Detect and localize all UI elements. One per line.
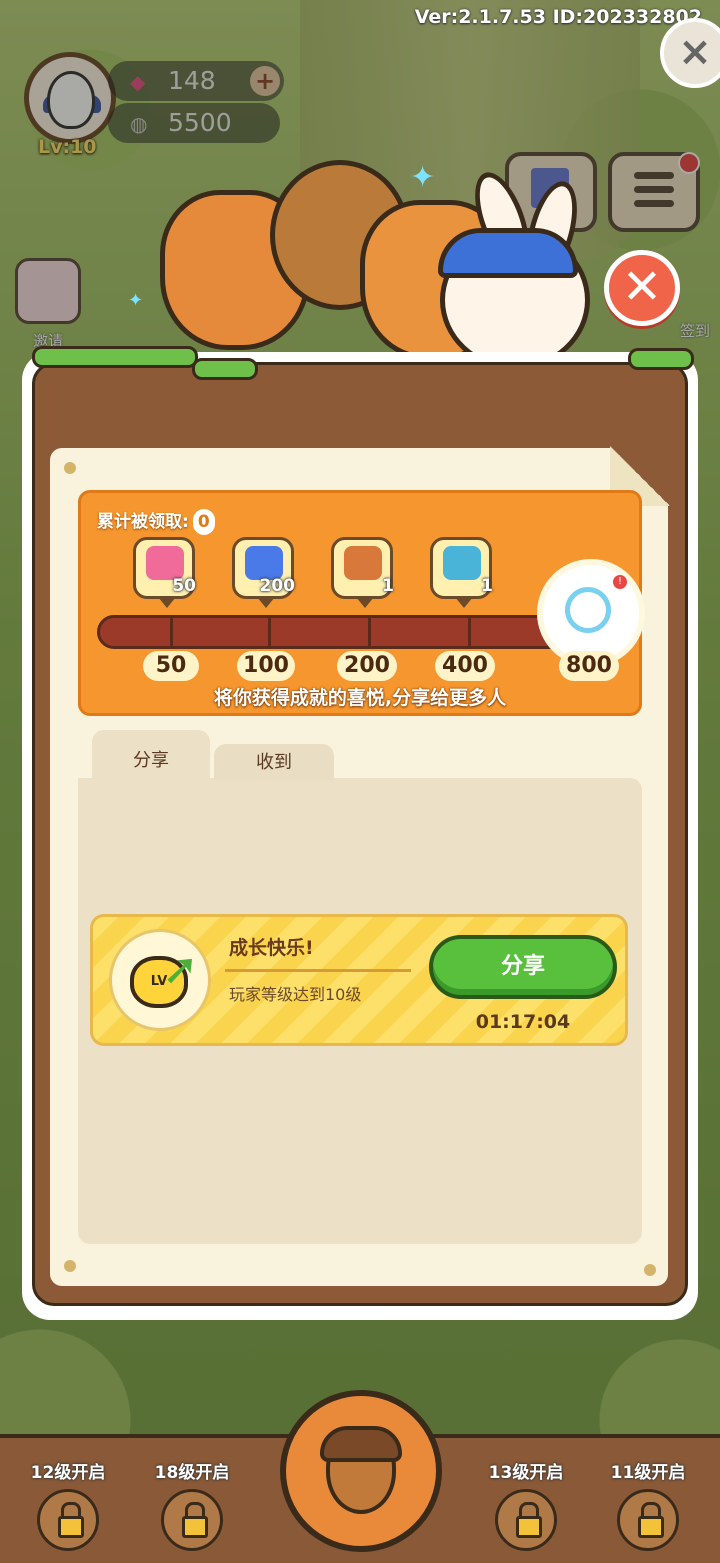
reward-gem[interactable]: 50 [133,537,196,608]
reward-wooden-chest[interactable]: 1 [331,537,394,608]
milestone-label: 800 [559,651,619,681]
milestone-label: 200 [337,651,397,681]
reward-value: 50 [172,576,196,596]
lock-icon [617,1489,679,1551]
acorn-main-button[interactable] [280,1390,442,1552]
countdown-timer: 01:17:04 [475,1011,571,1033]
level-up-icon: LV ➚ [109,929,211,1031]
progress-tick [368,618,371,646]
locked-slot[interactable]: 12级开启 [8,1458,128,1563]
locked-slot[interactable]: 18级开启 [132,1458,252,1563]
tab-share[interactable]: 分享 [92,730,210,780]
claimed-count: 0 [192,509,215,535]
arrow-up-icon: ➚ [162,944,199,995]
close-button[interactable]: ✕ [604,250,680,326]
reward-value: 1 [481,576,493,596]
corner-dot [64,462,76,474]
final-reward[interactable]: ! [543,565,639,661]
milestone-label: 100 [237,651,295,681]
reward-value: 200 [259,576,296,596]
leaf-decoration [192,358,258,380]
ring-icon [565,587,611,633]
tab-received[interactable]: 收到 [214,744,334,780]
task-description: 玩家等级达到10级 [229,985,362,1004]
locked-slot[interactable]: 13级开启 [466,1458,586,1563]
sparkle-icon: ✦ [410,160,436,195]
version-id-text: Ver:2.1.7.53 ID:202332802 [414,6,702,28]
leaf-decoration [32,346,198,368]
acorn-cap [320,1426,402,1462]
leaf-decoration [628,348,694,370]
reward-energy[interactable]: 200 [232,537,296,608]
share-progress-box: 累计被领取: 0 50 200 1 1 ! 50 100 200 400 800 … [78,490,642,716]
divider [225,969,411,972]
milestone-label: 50 [143,651,199,681]
unlock-level-label: 18级开启 [154,1463,230,1483]
progress-tick [170,618,173,646]
gem-icon [146,546,184,580]
characters-banner: ✦ ✦ ✦ [120,150,600,370]
progress-bar [97,615,567,649]
bunny-cap [438,228,578,278]
progress-tick [268,618,271,646]
wooden-chest-icon [344,546,382,580]
info-badge: ! [613,575,627,589]
reward-blue-chest[interactable]: 1 [430,537,493,608]
task-card: LV ➚ 成长快乐! 玩家等级达到10级 分享 01:17:04 [90,914,628,1046]
unlock-level-label: 12级开启 [30,1463,106,1483]
energy-icon [245,546,283,580]
claimed-label: 累计被领取: [97,512,189,532]
sparkle-icon: ✦ [128,290,144,311]
corner-dot [64,1260,76,1272]
unlock-level-label: 11级开启 [610,1463,686,1483]
lock-icon [495,1489,557,1551]
unlock-level-label: 13级开启 [488,1463,564,1483]
corner-dot [644,1264,656,1276]
share-slogan: 将你获得成就的喜悦,分享给更多人 [213,687,507,709]
task-title: 成长快乐! [229,937,314,959]
share-button[interactable]: 分享 [429,935,617,999]
milestone-label: 400 [435,651,495,681]
blue-chest-icon [443,546,481,580]
claimed-counter: 累计被领取: 0 [97,507,215,535]
locked-slot[interactable]: 11级开启 [588,1458,708,1563]
reward-value: 1 [382,576,394,596]
progress-tick [468,618,471,646]
lock-icon [37,1489,99,1551]
lock-icon [161,1489,223,1551]
